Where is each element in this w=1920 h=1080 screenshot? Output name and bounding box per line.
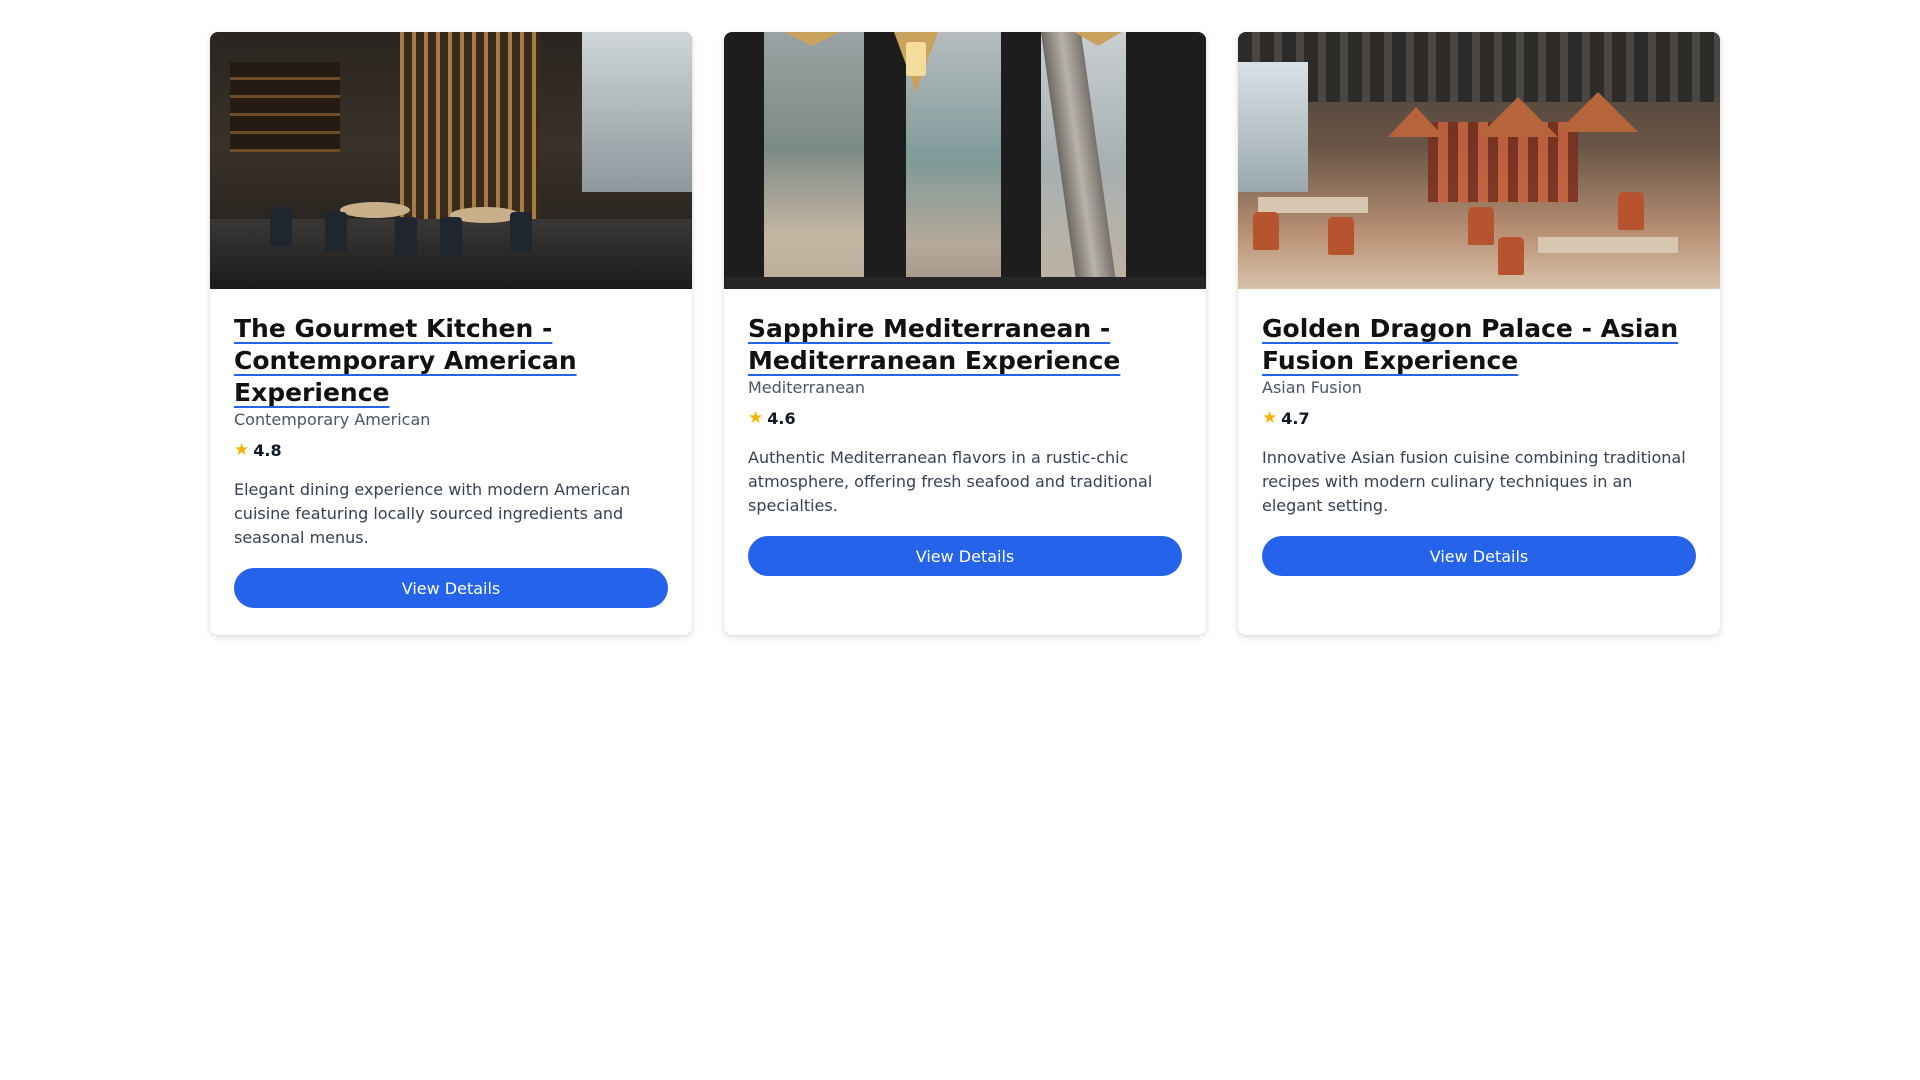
restaurant-title[interactable]: The Gourmet Kitchen - Contemporary Ameri… <box>234 313 668 409</box>
view-details-button[interactable]: View Details <box>748 536 1182 576</box>
restaurant-card: The Gourmet Kitchen - Contemporary Ameri… <box>210 32 692 635</box>
restaurant-photo <box>1238 32 1720 289</box>
cuisine-label: Mediterranean <box>748 378 865 397</box>
restaurant-title[interactable]: Golden Dragon Palace - Asian Fusion Expe… <box>1262 313 1696 377</box>
restaurant-photo <box>210 32 692 289</box>
restaurant-description: Innovative Asian fusion cuisine combinin… <box>1262 448 1686 515</box>
restaurant-title[interactable]: Sapphire Mediterranean - Mediterranean E… <box>748 313 1182 377</box>
restaurant-card: Sapphire Mediterranean - Mediterranean E… <box>724 32 1206 635</box>
rating-value: 4.7 <box>1281 409 1310 428</box>
rating: ★ 4.7 <box>1262 409 1696 428</box>
star-icon: ★ <box>234 440 250 460</box>
restaurant-description: Elegant dining experience with modern Am… <box>234 480 631 547</box>
rating: ★ 4.6 <box>748 409 1182 428</box>
restaurant-photo <box>724 32 1206 289</box>
star-icon: ★ <box>748 408 764 428</box>
rating-value: 4.6 <box>767 409 796 428</box>
rating: ★ 4.8 <box>234 441 668 460</box>
star-icon: ★ <box>1262 408 1278 428</box>
cuisine-label: Contemporary American <box>234 410 431 429</box>
rating-value: 4.8 <box>253 441 282 460</box>
view-details-button[interactable]: View Details <box>234 568 668 608</box>
cuisine-label: Asian Fusion <box>1262 378 1362 397</box>
view-details-button[interactable]: View Details <box>1262 536 1696 576</box>
restaurant-card: Golden Dragon Palace - Asian Fusion Expe… <box>1238 32 1720 635</box>
restaurant-description: Authentic Mediterranean flavors in a rus… <box>748 448 1153 515</box>
restaurant-grid: The Gourmet Kitchen - Contemporary Ameri… <box>210 32 1720 635</box>
